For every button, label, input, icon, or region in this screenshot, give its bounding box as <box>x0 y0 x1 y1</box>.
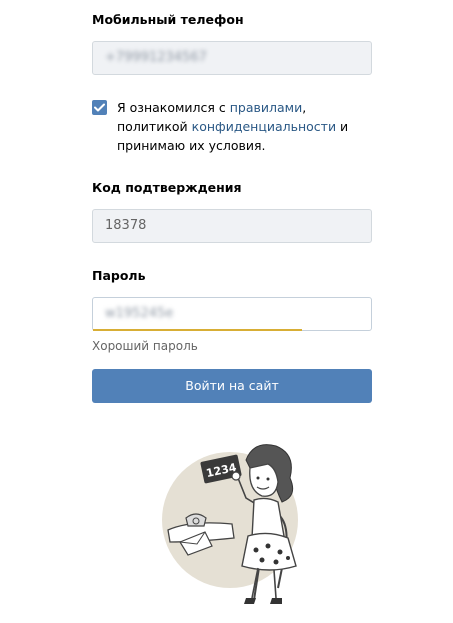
agreement-text-before: Я ознакомился с <box>117 100 230 115</box>
password-strength-text: Хороший пароль <box>92 339 198 353</box>
password-label: Пароль <box>92 268 146 283</box>
code-field[interactable]: 18378 <box>92 209 372 243</box>
woman-with-number-sign-illustration: 1234 <box>162 444 298 604</box>
agreement-row: Я ознакомился с правилами, политикой кон… <box>92 98 375 155</box>
password-strength-bar <box>93 329 302 331</box>
privacy-link[interactable]: конфиденциальности <box>192 119 336 134</box>
password-value: w195245e <box>105 306 174 321</box>
checkmark-icon <box>94 103 105 112</box>
password-field[interactable]: w195245e <box>92 297 372 331</box>
code-label: Код подтверждения <box>92 180 242 195</box>
agreement-checkbox[interactable] <box>92 100 107 115</box>
phone-label: Мобильный телефон <box>92 12 244 27</box>
code-value: 18378 <box>105 218 147 233</box>
rules-link[interactable]: правилами <box>230 100 302 115</box>
phone-value: +79991234567 <box>105 50 207 65</box>
agreement-text: Я ознакомился с правилами, политикой кон… <box>117 98 375 155</box>
phone-field[interactable]: +79991234567 <box>92 41 372 75</box>
login-button[interactable]: Войти на сайт <box>92 369 372 403</box>
